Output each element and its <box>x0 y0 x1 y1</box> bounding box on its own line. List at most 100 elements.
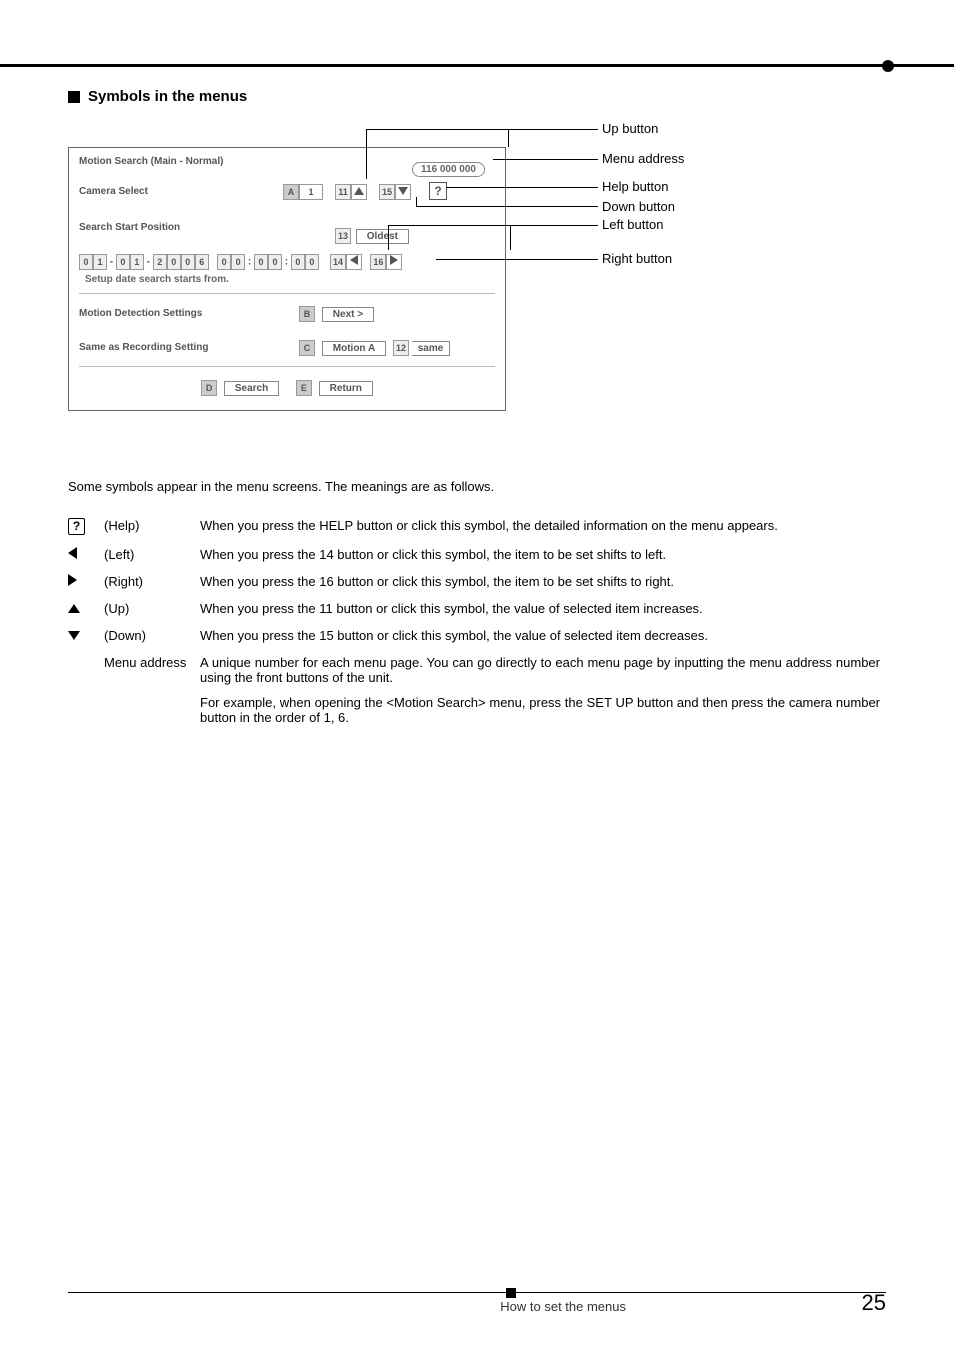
divider <box>79 293 495 294</box>
leader-line <box>508 129 598 130</box>
page-top-dot <box>882 60 894 72</box>
left-button[interactable] <box>346 254 362 270</box>
arrow-left-icon <box>350 255 358 265</box>
next-button[interactable]: Next > <box>322 307 374 322</box>
arrow-right-icon <box>68 574 77 586</box>
def-name: (Down) <box>104 622 200 649</box>
date-d2[interactable]: 1 <box>93 254 107 270</box>
date-h1[interactable]: 0 <box>217 254 231 270</box>
label-right-button: Right button <box>602 251 672 266</box>
camera-select-value[interactable]: 1 <box>299 184 323 200</box>
leader-line <box>416 206 598 207</box>
motion-detection-label: Motion Detection Settings <box>79 308 202 319</box>
search-letter: D <box>201 380 217 396</box>
date-s2[interactable]: 0 <box>305 254 319 270</box>
same-value: same <box>412 341 451 356</box>
return-letter: E <box>296 380 312 396</box>
leader-line <box>446 187 598 188</box>
date-y3[interactable]: 0 <box>181 254 195 270</box>
arrow-up-icon <box>68 604 80 613</box>
label-menu-address: Menu address <box>602 151 684 166</box>
arrow-right-icon <box>390 255 398 265</box>
def-desc: When you press the 16 button or click th… <box>200 568 886 595</box>
left-num-chip: 14 <box>330 254 346 270</box>
label-down-button: Down button <box>602 199 675 214</box>
intro-text: Some symbols appear in the menu screens.… <box>68 479 886 494</box>
footer-dot-icon <box>506 1288 516 1298</box>
help-button[interactable]: ? <box>429 182 447 200</box>
date-y2[interactable]: 0 <box>167 254 181 270</box>
date-m1[interactable]: 0 <box>116 254 130 270</box>
leader-line <box>366 129 367 179</box>
table-row: (Up) When you press the 11 button or cli… <box>68 595 886 622</box>
symbol-definitions: ? (Help) When you press the HELP button … <box>68 512 886 731</box>
motion-a-button[interactable]: Motion A <box>322 341 386 356</box>
right-num-chip: 16 <box>370 254 386 270</box>
table-row: (Down) When you press the 15 button or c… <box>68 622 886 649</box>
def-name: (Left) <box>104 541 200 568</box>
def-desc: When you press the 11 button or click th… <box>200 595 886 622</box>
def-desc: When you press the 14 button or click th… <box>200 541 886 568</box>
up-button[interactable] <box>351 184 367 200</box>
help-icon: ? <box>68 518 85 535</box>
menu-screenshot: Motion Search (Main - Normal) 116 000 00… <box>68 147 506 411</box>
down-num-chip: 15 <box>379 184 395 200</box>
def-desc: When you press the 15 button or click th… <box>200 622 886 649</box>
divider <box>79 366 495 367</box>
date-m2[interactable]: 1 <box>130 254 144 270</box>
motion-letter: B <box>299 306 315 322</box>
label-help-button: Help button <box>602 179 669 194</box>
table-row: Menu address A unique number for each me… <box>68 649 886 731</box>
def-name: (Help) <box>104 512 200 541</box>
section-bullet-icon <box>68 91 80 103</box>
table-row: ? (Help) When you press the HELP button … <box>68 512 886 541</box>
oldest-num-chip: 13 <box>335 228 351 244</box>
def-desc-2: For example, when opening the <Motion Se… <box>200 695 880 725</box>
leader-line <box>436 259 598 260</box>
right-button[interactable] <box>386 254 402 270</box>
camera-select-letter: A <box>283 184 299 200</box>
date-hint: Setup date search starts from. <box>79 274 495 285</box>
arrow-down-icon <box>68 631 80 640</box>
date-mi1[interactable]: 0 <box>254 254 268 270</box>
search-start-label: Search Start Position <box>79 222 180 233</box>
date-h2[interactable]: 0 <box>231 254 245 270</box>
page-footer: How to set the menus 25 <box>68 1292 886 1314</box>
leader-line <box>510 225 511 250</box>
date-s1[interactable]: 0 <box>291 254 305 270</box>
down-button[interactable] <box>395 184 411 200</box>
leader-line <box>508 129 509 147</box>
def-name: (Right) <box>104 568 200 595</box>
return-button[interactable]: Return <box>319 381 373 396</box>
leader-line <box>493 159 598 160</box>
def-name: (Up) <box>104 595 200 622</box>
def-name: Menu address <box>104 649 200 731</box>
menu-address-pill: 116 000 000 <box>412 162 485 177</box>
menu-title: Motion Search (Main - Normal) <box>79 156 223 167</box>
def-desc: When you press the HELP button or click … <box>200 512 886 541</box>
leader-line <box>388 225 598 226</box>
leader-line <box>416 197 417 206</box>
date-y4[interactable]: 6 <box>195 254 209 270</box>
arrow-down-icon <box>398 187 408 195</box>
page-top-rule <box>0 64 954 67</box>
label-up-button: Up button <box>602 121 658 136</box>
def-desc: A unique number for each menu page. You … <box>200 655 880 685</box>
table-row: (Left) When you press the 14 button or c… <box>68 541 886 568</box>
date-mi2[interactable]: 0 <box>268 254 282 270</box>
date-d1[interactable]: 0 <box>79 254 93 270</box>
section-title-text: Symbols in the menus <box>88 88 247 105</box>
table-row: (Right) When you press the 16 button or … <box>68 568 886 595</box>
same-num-chip: 12 <box>393 340 409 356</box>
leader-line <box>388 225 389 250</box>
camera-select-label: Camera Select <box>79 186 148 197</box>
search-button[interactable]: Search <box>224 381 279 396</box>
section-heading: Symbols in the menus <box>68 88 886 105</box>
page-number: 25 <box>862 1290 886 1316</box>
footer-caption: How to set the menus <box>500 1299 626 1314</box>
date-y1[interactable]: 2 <box>153 254 167 270</box>
arrow-left-icon <box>68 547 77 559</box>
same-as-recording-label: Same as Recording Setting <box>79 342 208 353</box>
oldest-button[interactable]: Oldest <box>356 229 409 244</box>
up-num-chip: 11 <box>335 184 351 200</box>
